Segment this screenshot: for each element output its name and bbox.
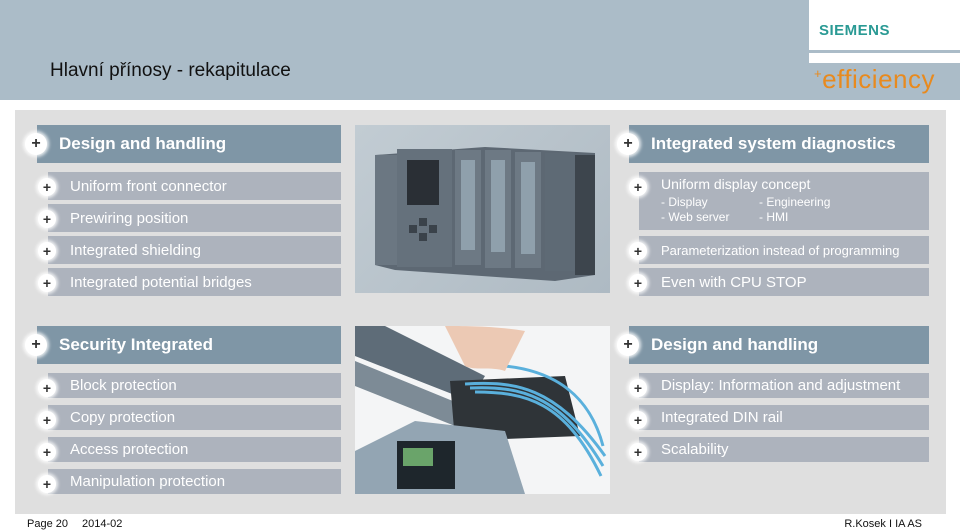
- wiring-illustration: [355, 326, 607, 494]
- list-item: + Block protection: [38, 373, 341, 398]
- plus-icon: +: [38, 475, 56, 493]
- plus-icon: +: [38, 379, 56, 397]
- plc-controller-photo: [355, 125, 610, 293]
- plus-icon: +: [38, 178, 56, 196]
- list-item: + Integrated DIN rail: [629, 405, 929, 430]
- front-connector-wiring-photo: [355, 326, 610, 494]
- list-item: + Parameterization instead of programmin…: [629, 236, 929, 264]
- list-item: + Integrated shielding: [38, 236, 341, 264]
- list-item: + Integrated potential bridges: [38, 268, 341, 296]
- panel-title: Design and handling: [651, 335, 819, 354]
- list-item: + Even with CPU STOP: [629, 268, 929, 296]
- plus-icon: +: [629, 178, 647, 196]
- plus-icon: +: [25, 133, 47, 155]
- list-item: + Manipulation protection: [38, 469, 341, 494]
- item-sublabel: - Engineering: [759, 195, 831, 209]
- footer-author: R.Kosek I IA AS: [844, 518, 922, 530]
- plus-icon: +: [38, 443, 56, 461]
- plus-icon: +: [38, 411, 56, 429]
- item-label: Access protection: [70, 441, 189, 458]
- item-label: Uniform display concept: [661, 176, 811, 192]
- panel-header-system-diagnostics: + Integrated system diagnostics: [617, 125, 929, 163]
- item-label: Uniform front connector: [70, 178, 227, 195]
- item-label: Parameterization instead of programming: [661, 243, 900, 258]
- panel-header-security-integrated: + Security Integrated: [25, 326, 341, 364]
- item-label: Integrated shielding: [70, 242, 201, 259]
- item-label: Even with CPU STOP: [661, 274, 807, 291]
- item-sublabel: - Web server: [661, 210, 730, 224]
- panel-header-design-handling-2: + Design and handling: [617, 326, 929, 364]
- item-label: Integrated DIN rail: [661, 409, 783, 426]
- plus-icon: +: [617, 334, 639, 356]
- item-label: Display: Information and adjustment: [661, 377, 901, 394]
- list-item: + Scalability: [629, 437, 929, 462]
- item-sublabel: - Display: [661, 195, 708, 209]
- page-title: Hlavní přínosy - rekapitulace: [50, 60, 291, 81]
- item-label: Manipulation protection: [70, 473, 226, 490]
- item-label: Integrated potential bridges: [70, 274, 252, 291]
- plc-illustration: [375, 147, 595, 281]
- plus-icon: +: [38, 242, 56, 260]
- plus-icon: +: [38, 210, 56, 228]
- list-item: + Copy protection: [38, 405, 341, 430]
- plus-icon: +: [629, 411, 647, 429]
- item-sublabel: - HMI: [759, 210, 789, 224]
- panel-title: Security Integrated: [59, 335, 213, 354]
- plus-icon: +: [38, 274, 56, 292]
- footer-date: 2014-02: [82, 518, 123, 530]
- siemens-logo: SIEMENS: [809, 0, 960, 50]
- item-label: Copy protection: [70, 409, 176, 426]
- plus-icon: +: [617, 133, 639, 155]
- plus-icon: +: [25, 334, 47, 356]
- item-label: Scalability: [661, 441, 729, 458]
- tagline-plus: +: [814, 66, 823, 81]
- plus-icon: +: [629, 274, 647, 292]
- item-label: Prewiring position: [70, 210, 189, 227]
- list-item: + Uniform front connector: [38, 172, 341, 200]
- plus-icon: +: [629, 379, 647, 397]
- item-label: Block protection: [70, 377, 177, 394]
- list-item: + Uniform display concept - Display - En…: [629, 172, 929, 230]
- plus-icon: +: [629, 242, 647, 260]
- list-item: + Access protection: [38, 437, 341, 462]
- list-item: + Display: Information and adjustment: [629, 373, 929, 398]
- brand-name: SIEMENS: [819, 22, 891, 39]
- panel-title: Design and handling: [59, 134, 227, 153]
- tagline-text: efficiency: [822, 64, 936, 94]
- logo-divider: [809, 53, 960, 63]
- panel-title: Integrated system diagnostics: [651, 134, 896, 153]
- list-item: + Prewiring position: [38, 204, 341, 232]
- plus-icon: +: [629, 443, 647, 461]
- panel-header-design-handling: + Design and handling: [25, 125, 341, 163]
- page-number: Page 20: [27, 518, 68, 530]
- efficiency-tagline: +efficiency: [814, 64, 935, 95]
